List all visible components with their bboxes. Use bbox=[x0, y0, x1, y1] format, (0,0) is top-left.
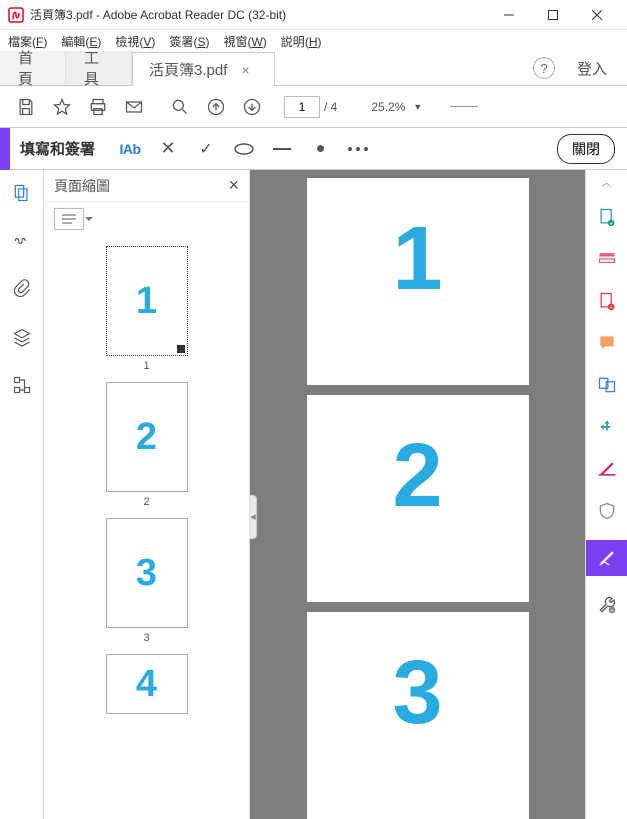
signbar-accent bbox=[0, 128, 10, 170]
toolbar-divider bbox=[450, 106, 478, 107]
document-view[interactable]: 1 2 3 bbox=[250, 170, 585, 819]
combine-icon[interactable] bbox=[594, 372, 620, 398]
more-tools-icon[interactable] bbox=[339, 134, 377, 164]
text-tool-icon[interactable]: IAb bbox=[111, 134, 149, 164]
tab-home[interactable]: 首頁 bbox=[0, 51, 66, 85]
email-icon[interactable] bbox=[116, 92, 152, 122]
cross-tool-icon[interactable]: ✕ bbox=[149, 134, 187, 164]
zoom-dropdown[interactable]: 25.2% ▼ bbox=[371, 100, 422, 114]
dot-tool-icon[interactable] bbox=[301, 134, 339, 164]
save-icon[interactable] bbox=[8, 92, 44, 122]
print-icon[interactable] bbox=[80, 92, 116, 122]
menu-view[interactable]: 檢視(V) bbox=[115, 33, 155, 50]
page-down-icon[interactable] bbox=[234, 92, 270, 122]
export-pdf-icon[interactable]: + bbox=[594, 288, 620, 314]
thumbnail-list[interactable]: 1 1 2 2 3 3 4 bbox=[44, 236, 249, 819]
menu-window[interactable]: 視窗(W) bbox=[223, 33, 266, 50]
edit-pdf-icon[interactable] bbox=[594, 246, 620, 272]
close-window-button[interactable] bbox=[575, 0, 619, 30]
attachment-icon[interactable] bbox=[9, 276, 35, 302]
fill-sign-bar: 填寫和簽署 IAb ✕ ✓ 關閉 bbox=[0, 128, 627, 170]
thumbnail-label: 3 bbox=[143, 632, 149, 644]
menu-sign[interactable]: 簽署(S) bbox=[169, 33, 209, 50]
organize-icon[interactable] bbox=[594, 414, 620, 440]
acrobat-icon bbox=[8, 7, 24, 23]
thumbnail-page-2[interactable]: 2 2 bbox=[106, 382, 188, 508]
tabbar: 首頁 工具 活頁簿3.pdf × ? 登入 bbox=[0, 52, 627, 86]
circle-tool-icon[interactable] bbox=[225, 134, 263, 164]
svg-text:+: + bbox=[609, 305, 613, 311]
svg-text:+: + bbox=[610, 609, 614, 615]
fill-sign-tool-icon[interactable] bbox=[586, 540, 627, 576]
doc-page-3[interactable]: 3 bbox=[307, 612, 529, 819]
more-tools-rail-icon[interactable]: + bbox=[594, 592, 620, 618]
page-number-input[interactable] bbox=[284, 96, 320, 118]
content: 頁面縮圖 × 1 1 2 2 3 3 4 bbox=[0, 170, 627, 819]
left-rail bbox=[0, 170, 44, 819]
titlebar: 活頁簿3.pdf - Adobe Acrobat Reader DC (32-b… bbox=[0, 0, 627, 30]
thumbnail-page-4[interactable]: 4 bbox=[106, 654, 188, 714]
structure-icon[interactable] bbox=[9, 372, 35, 398]
thumbnail-panel: 頁面縮圖 × 1 1 2 2 3 3 4 bbox=[44, 170, 250, 819]
signbar-title: 填寫和簽署 bbox=[20, 138, 95, 159]
caret-down-icon: ▼ bbox=[413, 102, 422, 112]
tab-close-icon[interactable]: × bbox=[241, 62, 249, 78]
zoom-tool-icon[interactable] bbox=[162, 92, 198, 122]
thumbnail-label: 1 bbox=[143, 360, 149, 372]
minimize-button[interactable] bbox=[487, 0, 531, 30]
tab-document[interactable]: 活頁簿3.pdf × bbox=[132, 52, 275, 86]
help-icon[interactable]: ? bbox=[533, 57, 555, 79]
close-signbar-button[interactable]: 關閉 bbox=[557, 134, 615, 164]
rail-caret-icon[interactable]: ︿ bbox=[602, 174, 612, 188]
login-button[interactable]: 登入 bbox=[577, 58, 607, 79]
line-tool-icon[interactable] bbox=[263, 134, 301, 164]
thumbnail-panel-title: 頁面縮圖 bbox=[54, 176, 110, 196]
tab-tools[interactable]: 工具 bbox=[66, 51, 132, 85]
right-rail: ︿ + + + bbox=[585, 170, 627, 819]
thumbnail-options-dropdown[interactable] bbox=[54, 208, 84, 230]
thumbnail-page-1[interactable]: 1 1 bbox=[106, 246, 188, 372]
layers-icon[interactable] bbox=[9, 324, 35, 350]
collapse-panel-handle[interactable] bbox=[250, 495, 257, 539]
page-up-icon[interactable] bbox=[198, 92, 234, 122]
svg-text:+: + bbox=[609, 221, 613, 227]
thumbnail-page-3[interactable]: 3 3 bbox=[106, 518, 188, 644]
zoom-value: 25.2% bbox=[371, 100, 405, 114]
page-total: / 4 bbox=[324, 100, 337, 114]
main-toolbar: / 4 25.2% ▼ bbox=[0, 86, 627, 128]
comment-icon[interactable] bbox=[594, 330, 620, 356]
thumbnail-label: 2 bbox=[143, 496, 149, 508]
window-title: 活頁簿3.pdf - Adobe Acrobat Reader DC (32-b… bbox=[30, 6, 487, 23]
thumbnails-icon[interactable] bbox=[9, 180, 35, 206]
menu-help[interactable]: 説明(H) bbox=[281, 33, 322, 50]
protect-icon[interactable] bbox=[594, 498, 620, 524]
create-pdf-icon[interactable]: + bbox=[594, 204, 620, 230]
doc-page-2[interactable]: 2 bbox=[307, 395, 529, 602]
star-icon[interactable] bbox=[44, 92, 80, 122]
doc-page-1[interactable]: 1 bbox=[307, 178, 529, 385]
tab-document-label: 活頁簿3.pdf bbox=[149, 59, 227, 80]
redact-icon[interactable] bbox=[594, 456, 620, 482]
check-tool-icon[interactable]: ✓ bbox=[187, 134, 225, 164]
close-panel-icon[interactable]: × bbox=[228, 175, 239, 196]
maximize-button[interactable] bbox=[531, 0, 575, 30]
bookmarks-icon[interactable] bbox=[9, 228, 35, 254]
